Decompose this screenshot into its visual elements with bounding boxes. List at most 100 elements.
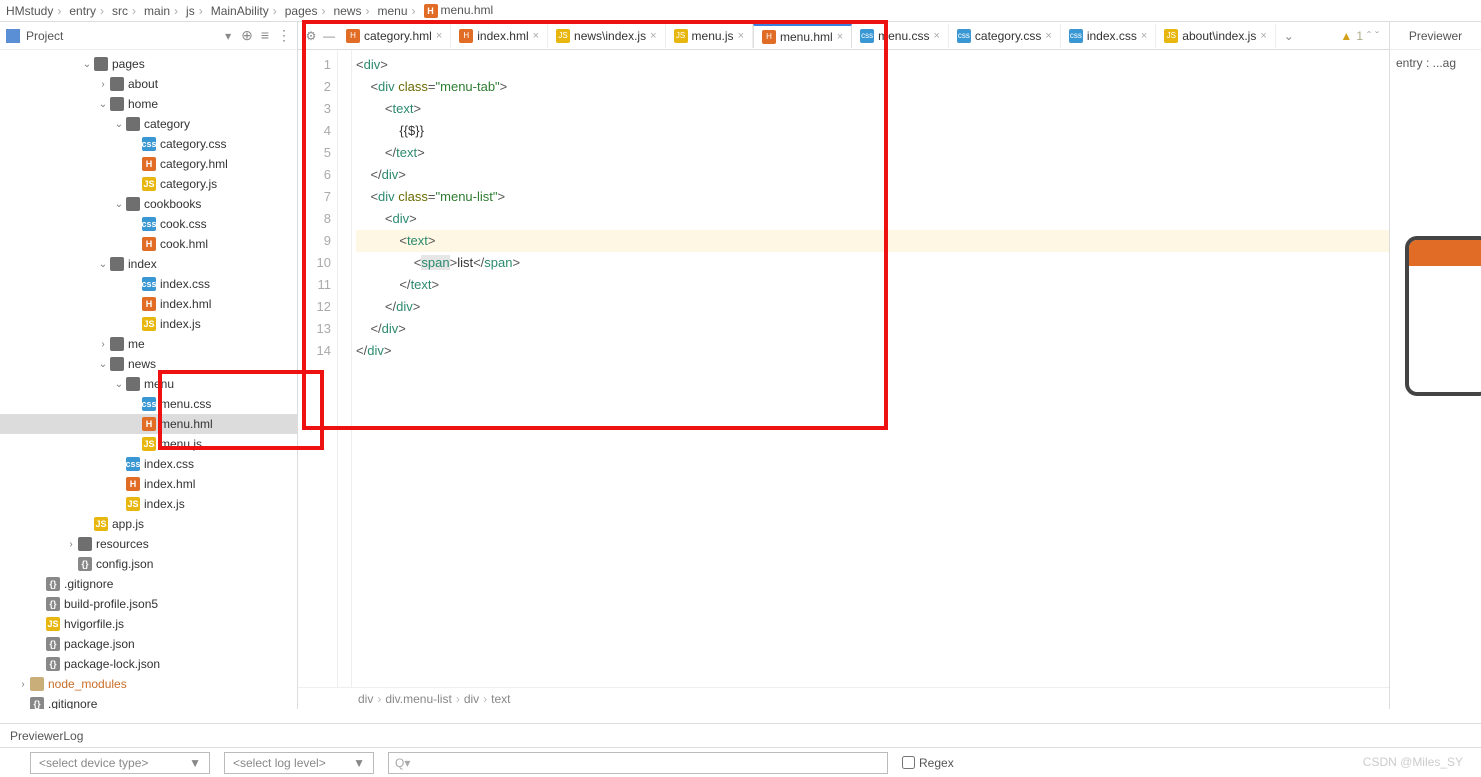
project-tree[interactable]: ⌄pages›about⌄home⌄categorycsscategory.cs… (0, 50, 297, 709)
editor-tab[interactable]: Hmenu.hml× (753, 24, 852, 48)
tree-node[interactable]: cssmenu.css (0, 394, 297, 414)
log-toolbar: <select device type>▼ <select log level>… (0, 747, 1481, 777)
tree-node[interactable]: JShvigorfile.js (0, 614, 297, 634)
close-icon[interactable]: × (837, 31, 843, 43)
log-search-input[interactable]: Q▾ (388, 752, 888, 774)
device-type-select[interactable]: <select device type>▼ (30, 752, 210, 774)
watermark: CSDN @Miles_SY (1363, 755, 1463, 769)
device-statusbar (1409, 240, 1481, 266)
breadcrumb-item[interactable]: src (108, 4, 140, 18)
editor-tab[interactable]: JSnews\index.js× (548, 24, 665, 48)
tree-node[interactable]: JSapp.js (0, 514, 297, 534)
line-gutter: 1234567891011121314 (298, 50, 338, 687)
close-icon[interactable]: × (1045, 30, 1051, 42)
warning-count: 1 (1356, 29, 1363, 43)
breadcrumb-item[interactable]: menu (373, 4, 419, 18)
previewer-title[interactable]: Previewer (1390, 22, 1481, 50)
tabs-overflow-icon[interactable]: ⌄ (1276, 29, 1302, 43)
editor-tab[interactable]: Hindex.hml× (451, 24, 548, 48)
project-sidebar: Project ▾ ⊕ ≡ ⋮ ⌄pages›about⌄home⌄catego… (0, 22, 298, 709)
close-icon[interactable]: × (533, 30, 539, 42)
locate-icon[interactable]: ⊕ (241, 27, 253, 44)
close-icon[interactable]: × (1260, 30, 1266, 42)
tree-node[interactable]: Hmenu.hml (0, 414, 297, 434)
close-icon[interactable]: × (1141, 30, 1147, 42)
editor-breadcrumb-item[interactable]: div (464, 692, 479, 706)
close-icon[interactable]: × (436, 30, 442, 42)
tree-node[interactable]: {}.gitignore (0, 574, 297, 594)
log-level-select[interactable]: <select log level>▼ (224, 752, 374, 774)
editor-tab[interactable]: JSabout\index.js× (1156, 24, 1276, 48)
tree-node[interactable]: JSindex.js (0, 314, 297, 334)
warning-icon: ▲ (1340, 29, 1352, 43)
editor-tab[interactable]: cssmenu.css× (852, 24, 949, 48)
down-icon[interactable]: ˇ (1375, 29, 1379, 43)
tree-node[interactable]: ⌄news (0, 354, 297, 374)
previewer-log-title[interactable]: PreviewerLog (0, 723, 1481, 747)
breadcrumb-item[interactable]: entry (65, 4, 108, 18)
project-label[interactable]: Project (26, 29, 225, 43)
breadcrumb-item[interactable]: main (140, 4, 182, 18)
breadcrumb-item[interactable]: news (329, 4, 373, 18)
editor-tab[interactable]: csscategory.css× (949, 24, 1061, 48)
tree-node[interactable]: JSindex.js (0, 494, 297, 514)
tree-node[interactable]: cssindex.css (0, 274, 297, 294)
editor-breadcrumb-item[interactable]: div.menu-list (385, 692, 451, 706)
settings-icon[interactable]: ⋮ (277, 27, 291, 44)
breadcrumb-item[interactable]: HMstudy (2, 4, 65, 18)
tree-node[interactable]: Hindex.hml (0, 294, 297, 314)
breadcrumb-item[interactable]: js (182, 4, 207, 18)
editor-breadcrumb-item[interactable]: div (358, 692, 373, 706)
project-dropdown-icon[interactable]: ▾ (225, 29, 231, 43)
editor-tab[interactable]: Hcategory.hml× (338, 24, 451, 48)
close-icon[interactable]: × (738, 30, 744, 42)
breadcrumb-item[interactable]: MainAbility (207, 4, 281, 18)
tree-node[interactable]: ⌄category (0, 114, 297, 134)
tree-node[interactable]: ›node_modules (0, 674, 297, 694)
previewer-entry: entry : ...ag (1390, 50, 1481, 76)
editor-tab[interactable]: cssindex.css× (1061, 24, 1156, 48)
tree-node[interactable]: cssindex.css (0, 454, 297, 474)
tree-node[interactable]: {}build-profile.json5 (0, 594, 297, 614)
tree-node[interactable]: Hcook.hml (0, 234, 297, 254)
inspection-status[interactable]: ▲ 1 ˆ ˇ (1330, 29, 1389, 43)
editor-tabbar: ⚙ — Hcategory.hml×Hindex.hml×JSnews\inde… (298, 22, 1389, 50)
regex-checkbox[interactable]: Regex (902, 756, 954, 770)
tree-node[interactable]: ⌄index (0, 254, 297, 274)
expand-icon[interactable]: ≡ (261, 27, 269, 44)
code-content[interactable]: <div> <div class="menu-tab"> <text> {{$}… (352, 50, 1389, 687)
close-icon[interactable]: × (933, 30, 939, 42)
tree-node[interactable]: csscategory.css (0, 134, 297, 154)
tree-node[interactable]: JSmenu.js (0, 434, 297, 454)
close-icon[interactable]: × (650, 30, 656, 42)
fold-gutter[interactable] (338, 50, 352, 687)
device-preview (1405, 236, 1481, 396)
tree-node[interactable]: {}package.json (0, 634, 297, 654)
tree-node[interactable]: ⌄pages (0, 54, 297, 74)
previewer-panel: Previewer entry : ...ag (1389, 22, 1481, 709)
tree-node[interactable]: {}package-lock.json (0, 654, 297, 674)
editor-breadcrumb-item[interactable]: text (491, 692, 510, 706)
editor-breadcrumb[interactable]: div›div.menu-list›div›text (298, 687, 1389, 709)
tree-node[interactable]: csscook.css (0, 214, 297, 234)
collapse-icon[interactable]: — (320, 29, 338, 43)
tree-node[interactable]: ›me (0, 334, 297, 354)
gear-icon[interactable]: ⚙ (302, 29, 320, 43)
tree-node[interactable]: ⌄home (0, 94, 297, 114)
tree-node[interactable]: ›resources (0, 534, 297, 554)
tree-node[interactable]: {}config.json (0, 554, 297, 574)
editor-tab[interactable]: JSmenu.js× (666, 24, 753, 48)
breadcrumb-item[interactable]: pages (281, 4, 330, 18)
tree-node[interactable]: ›about (0, 74, 297, 94)
breadcrumb-item[interactable]: Hmenu.hml (420, 3, 498, 18)
tree-node[interactable]: JScategory.js (0, 174, 297, 194)
tree-node[interactable]: Hcategory.hml (0, 154, 297, 174)
project-icon (6, 29, 20, 43)
tree-node[interactable]: {}.gitignore (0, 694, 297, 709)
tree-node[interactable]: ⌄menu (0, 374, 297, 394)
tree-node[interactable]: ⌄cookbooks (0, 194, 297, 214)
up-icon[interactable]: ˆ (1367, 29, 1371, 43)
breadcrumb-bar: HMstudyentrysrcmainjsMainAbilitypagesnew… (0, 0, 1481, 22)
tree-node[interactable]: Hindex.hml (0, 474, 297, 494)
code-editor[interactable]: 1234567891011121314 <div> <div class="me… (298, 50, 1389, 687)
